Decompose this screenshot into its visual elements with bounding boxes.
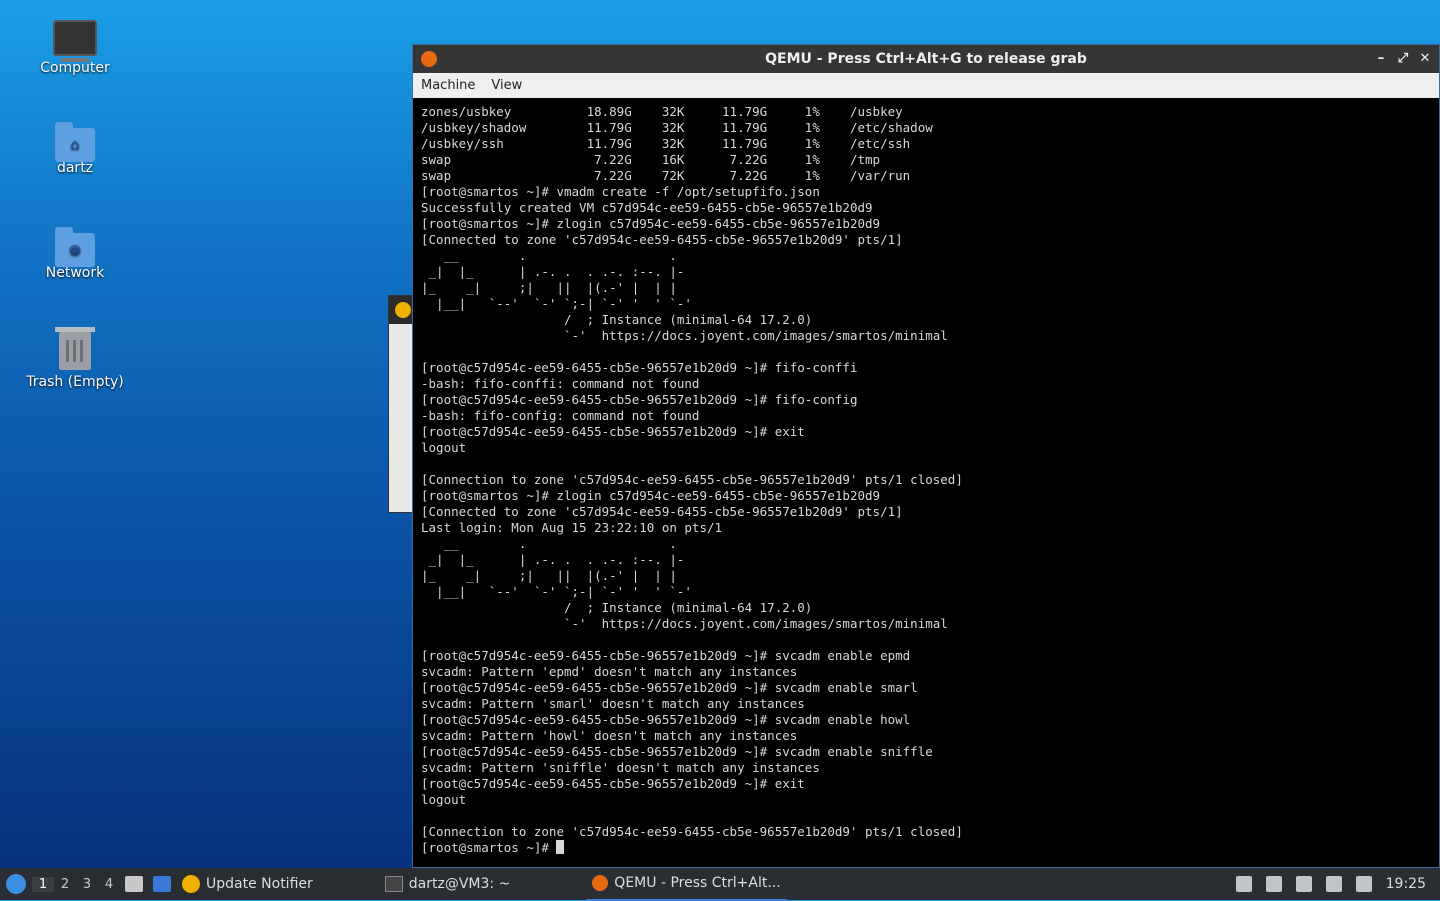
desktop-icon-home-folder[interactable]: ⌂ dartz [20, 122, 130, 176]
update-notifier-icon [395, 302, 411, 318]
workspace-3[interactable]: 3 [76, 877, 98, 892]
desktop-icon-trash[interactable]: Trash (Empty) [20, 327, 130, 390]
notification-icon[interactable] [1355, 876, 1372, 892]
workspace-2[interactable]: 2 [54, 877, 76, 892]
qemu-window[interactable]: QEMU - Press Ctrl+Alt+G to release grab … [412, 44, 1440, 868]
show-desktop-icon[interactable] [153, 876, 171, 892]
terminal-prompt: [root@smartos ~]# [421, 840, 557, 855]
update-notifier-icon [182, 875, 200, 893]
home-folder-icon: ⌂ [55, 122, 95, 162]
terminal-output: zones/usbkey 18.89G 32K 11.79G 1% /usbke… [421, 104, 963, 839]
trash-icon [55, 327, 95, 370]
taskbar: 1 2 3 4 Update Notifier dartz@VM3: ~ QEM… [0, 867, 1440, 901]
task-label: Update Notifier [206, 876, 313, 892]
qemu-icon [592, 875, 609, 891]
network-folder-icon: ◉ [55, 227, 95, 267]
terminal-console[interactable]: zones/usbkey 18.89G 32K 11.79G 1% /usbke… [413, 98, 1439, 864]
start-menu-icon[interactable] [6, 874, 26, 894]
desktop-icon-label: dartz [56, 160, 94, 176]
desktop-icon-label: Network [45, 265, 105, 281]
desktop-icon-computer[interactable]: Computer [20, 16, 130, 76]
task-update-notifier[interactable]: Update Notifier [176, 868, 319, 900]
clipboard-icon[interactable] [1295, 876, 1312, 892]
maximize-icon[interactable]: ⤢ [1397, 45, 1409, 73]
desktop-icon-label: Trash (Empty) [26, 374, 124, 390]
task-qemu[interactable]: QEMU - Press Ctrl+Alt... [586, 867, 787, 901]
keyboard-layout-icon[interactable] [1235, 876, 1252, 892]
workspace-4[interactable]: 4 [98, 877, 120, 892]
terminal-icon [384, 876, 403, 892]
menubar: Machine View [413, 73, 1439, 98]
network-icon[interactable] [1325, 876, 1342, 892]
menu-view[interactable]: View [491, 78, 522, 93]
text-cursor [556, 840, 565, 854]
close-icon[interactable]: ✕ [1419, 45, 1431, 73]
clock[interactable]: 19:25 [1386, 876, 1426, 892]
file-manager-icon[interactable] [125, 876, 143, 892]
workspace-1[interactable]: 1 [32, 876, 54, 892]
task-label: QEMU - Press Ctrl+Alt... [614, 875, 781, 891]
task-label: dartz@VM3: ~ [408, 876, 511, 892]
task-terminal[interactable]: dartz@VM3: ~ [379, 868, 517, 900]
qemu-icon [421, 51, 437, 67]
volume-icon[interactable] [1265, 876, 1282, 892]
desktop-icon-label: Computer [40, 60, 110, 76]
minimize-icon[interactable]: – [1375, 45, 1387, 73]
menu-machine[interactable]: Machine [421, 78, 475, 93]
qemu-titlebar[interactable]: QEMU - Press Ctrl+Alt+G to release grab … [413, 45, 1439, 73]
computer-icon [53, 20, 97, 62]
desktop-icon-network[interactable]: ◉ Network [20, 227, 130, 281]
system-tray: 19:25 [1235, 876, 1440, 892]
window-title: QEMU - Press Ctrl+Alt+G to release grab [765, 51, 1087, 67]
